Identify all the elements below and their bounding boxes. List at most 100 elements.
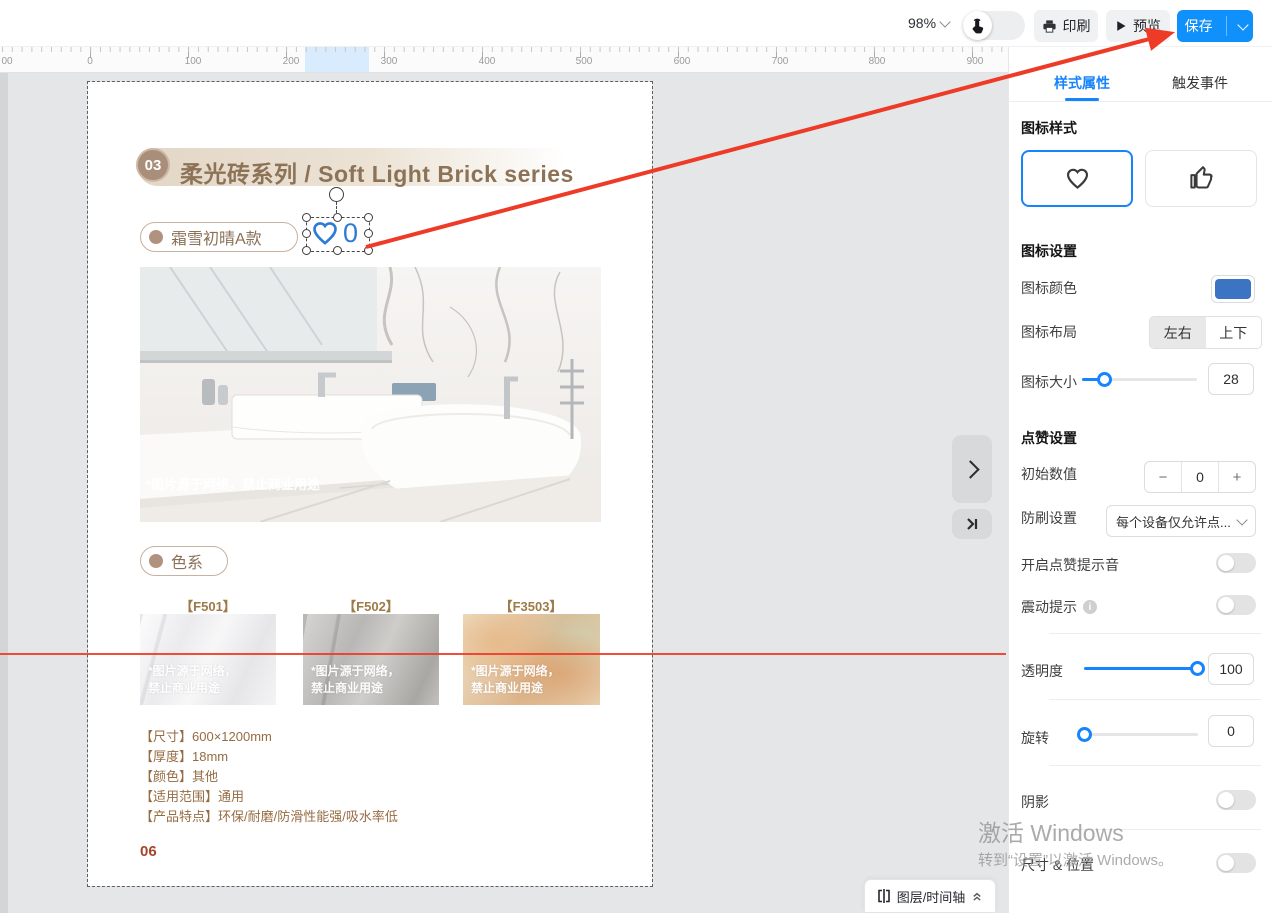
series-title[interactable]: 柔光砖系列 / Soft Light Brick series <box>180 155 574 189</box>
tab-style-properties[interactable]: 样式属性 <box>1037 73 1127 93</box>
rotate-handle[interactable] <box>329 187 344 202</box>
opacity-slider[interactable] <box>1084 667 1198 670</box>
resize-handle-n[interactable] <box>333 213 342 222</box>
swatch-watermark: 禁止商业用途 <box>311 681 383 695</box>
swatch-watermark: 禁止商业用途 <box>471 681 543 695</box>
icon-size-label: 图标大小 <box>1021 372 1077 392</box>
layers-timeline-button[interactable]: 图层/时间轴 <box>864 879 996 912</box>
layout-option-vertical[interactable]: 上下 <box>1206 317 1262 348</box>
color-section-pill[interactable]: 色系 <box>140 546 228 576</box>
thumbs-up-icon <box>1188 165 1215 192</box>
color-section-label: 色系 <box>171 549 203 573</box>
icon-settings-title: 图标设置 <box>1021 241 1077 261</box>
vibration-toggle[interactable] <box>1216 595 1256 615</box>
swatch-code: 【F502】 <box>303 596 439 615</box>
page-number[interactable]: 06 <box>140 843 157 860</box>
last-page-button[interactable] <box>952 509 992 539</box>
spec-line[interactable]: 【产品特点】环保/耐磨/防滑性能强/吸水率低 <box>140 806 398 825</box>
pill-dot-icon <box>149 554 163 568</box>
rotate-input[interactable]: 0 <box>1208 715 1254 747</box>
ruler-label: 700 <box>772 56 789 67</box>
tab-trigger-events[interactable]: 触发事件 <box>1155 73 1245 93</box>
icon-size-slider[interactable] <box>1082 378 1197 381</box>
initial-value-field[interactable]: 0 <box>1181 462 1219 492</box>
editor-window: 98% 印刷 预览 保存 <box>0 0 1272 913</box>
design-page[interactable]: 03 柔光砖系列 / Soft Light Brick series 霜雪初晴A… <box>88 82 652 886</box>
icon-style-title: 图标样式 <box>1021 118 1077 138</box>
toggle-knob <box>1218 792 1234 808</box>
interaction-mode-toggle[interactable] <box>963 11 1025 40</box>
size-position-toggle[interactable] <box>1216 853 1256 873</box>
resize-handle-sw[interactable] <box>302 246 311 255</box>
anti-spam-select[interactable]: 每个设备仅允许点... <box>1106 505 1256 537</box>
stepper-plus-button[interactable]: + <box>1219 462 1255 492</box>
panel-divider <box>1049 699 1261 700</box>
properties-panel: 样式属性 触发事件 图标样式 图标设置 图标颜色 图标布局 左右 上下 图标大小 <box>1008 46 1272 913</box>
spec-line[interactable]: 【颜色】其他 <box>140 766 218 785</box>
top-toolbar: 98% 印刷 预览 保存 <box>0 0 1272 47</box>
horizontal-ruler: 00 0 100 200 300 400 500 600 700 800 900 <box>0 46 1008 73</box>
tap-finger-icon <box>969 17 986 34</box>
resize-handle-w[interactable] <box>302 229 311 238</box>
swatch-watermark: *图片源于网络， <box>471 664 560 678</box>
initial-value-stepper: − 0 + <box>1144 461 1256 493</box>
resize-handle-e[interactable] <box>364 229 373 238</box>
swatch-watermark: *图片源于网络， <box>148 664 237 678</box>
chevron-down-icon <box>1237 19 1248 30</box>
next-page-button[interactable] <box>952 435 992 503</box>
spec-line[interactable]: 【尺寸】600×1200mm <box>140 726 272 745</box>
icon-style-heart-option[interactable] <box>1021 150 1133 207</box>
panel-divider <box>1049 633 1261 634</box>
stepper-minus-button[interactable]: − <box>1145 462 1181 492</box>
product-name-pill[interactable]: 霜雪初晴A款 <box>140 222 298 252</box>
opacity-slider-thumb[interactable] <box>1190 661 1205 676</box>
ruler-label: 0 <box>87 56 93 67</box>
icon-color-fill <box>1215 279 1251 299</box>
ruler-label: 900 <box>967 56 984 67</box>
icon-style-thumb-option[interactable] <box>1145 150 1257 207</box>
zoom-level-dropdown[interactable]: 98% <box>908 15 949 31</box>
resize-handle-ne[interactable] <box>364 213 373 222</box>
ruler-label: 00 <box>1 56 12 67</box>
icon-size-input[interactable]: 28 <box>1208 363 1254 395</box>
product-name-label: 霜雪初晴A款 <box>171 225 262 249</box>
spec-line[interactable]: 【适用范围】通用 <box>140 786 244 805</box>
anti-spam-label: 防刷设置 <box>1021 508 1077 528</box>
rotate-label: 旋转 <box>1021 728 1049 748</box>
layout-option-horizontal[interactable]: 左右 <box>1150 317 1206 348</box>
swatch-f3503[interactable]: *图片源于网络， 禁止商业用途 <box>463 614 600 705</box>
like-sound-toggle[interactable] <box>1216 553 1256 573</box>
print-button[interactable]: 印刷 <box>1034 10 1098 42</box>
ruler-label: 300 <box>381 56 398 67</box>
icon-layout-segmented: 左右 上下 <box>1149 316 1262 349</box>
save-button-label: 保存 <box>1177 16 1220 36</box>
swatch-f502[interactable]: *图片源于网络， 禁止商业用途 <box>303 614 439 705</box>
pill-dot-icon <box>149 230 163 244</box>
swatch-code: 【F501】 <box>140 596 276 615</box>
resize-handle-s[interactable] <box>333 246 342 255</box>
product-photo[interactable]: *图片源于网络，禁止商业用途 <box>140 267 601 522</box>
resize-handle-nw[interactable] <box>302 213 311 222</box>
icon-color-picker[interactable] <box>1211 275 1255 303</box>
opacity-input[interactable]: 100 <box>1208 653 1254 685</box>
info-icon[interactable]: i <box>1083 600 1097 614</box>
canvas-area[interactable]: 03 柔光砖系列 / Soft Light Brick series 霜雪初晴A… <box>0 72 1008 913</box>
save-button-divider <box>1226 16 1227 36</box>
slider-fill <box>1084 667 1198 670</box>
swatch-watermark: 禁止商业用途 <box>148 681 220 695</box>
save-button[interactable]: 保存 <box>1177 10 1253 42</box>
double-chevron-up-icon <box>971 890 983 902</box>
ruler-label: 500 <box>576 56 593 67</box>
swatch-f501[interactable]: *图片源于网络， 禁止商业用途 <box>140 614 276 705</box>
series-number-badge[interactable]: 03 <box>136 148 170 182</box>
chevron-down-icon <box>939 16 950 27</box>
save-more-button[interactable] <box>1233 24 1253 29</box>
chevron-right-icon <box>961 460 979 478</box>
icon-size-slider-thumb[interactable] <box>1097 372 1112 387</box>
spec-line[interactable]: 【厚度】18mm <box>140 746 228 765</box>
rotate-slider[interactable] <box>1078 733 1198 736</box>
rotate-slider-thumb[interactable] <box>1077 727 1092 742</box>
resize-handle-se[interactable] <box>364 246 373 255</box>
preview-button[interactable]: 预览 <box>1106 10 1170 42</box>
shadow-toggle[interactable] <box>1216 790 1256 810</box>
